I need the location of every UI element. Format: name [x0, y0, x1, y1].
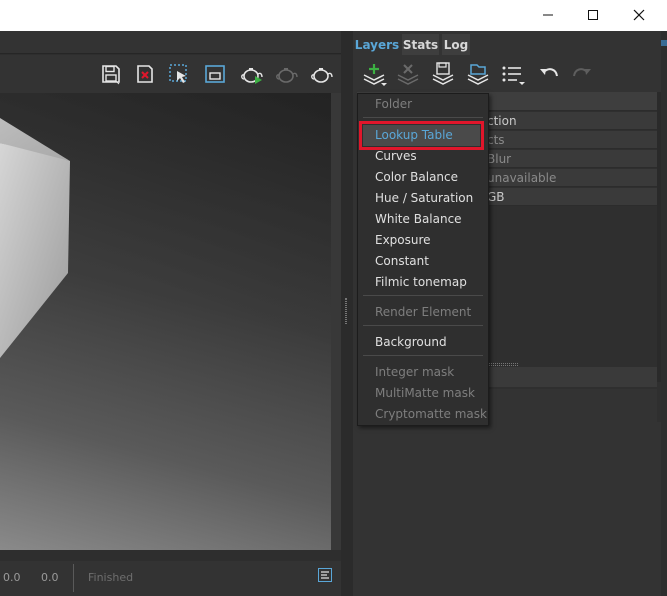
- menu-separator: [363, 295, 483, 296]
- status-divider: [73, 564, 74, 592]
- undo-icon[interactable]: [534, 61, 564, 87]
- menu-item-filmic-tonemap[interactable]: Filmic tonemap: [375, 275, 467, 290]
- status-value-2: 0.0: [41, 571, 59, 584]
- teapot-icon[interactable]: [309, 61, 335, 87]
- save-layers-icon[interactable]: [428, 61, 458, 87]
- tab-log[interactable]: Log: [442, 34, 470, 55]
- close-button[interactable]: [616, 0, 662, 30]
- menu-separator: [363, 117, 483, 118]
- window-edge: [661, 31, 667, 596]
- edge-accent: [661, 40, 667, 46]
- region-select-icon[interactable]: [166, 61, 192, 87]
- status-menu-icon[interactable]: [318, 568, 332, 582]
- menu-item-multimatte-mask[interactable]: MultiMatte mask: [375, 386, 475, 401]
- minimize-icon: [543, 14, 553, 16]
- splitter-grip[interactable]: [345, 298, 347, 324]
- load-layers-icon[interactable]: [463, 61, 493, 87]
- viewport-header: [0, 31, 341, 54]
- menu-item-integer-mask[interactable]: Integer mask: [375, 365, 454, 380]
- menu-item-curves[interactable]: Curves: [375, 149, 417, 164]
- menu-item-folder[interactable]: Folder: [375, 97, 412, 112]
- menu-item-exposure[interactable]: Exposure: [375, 233, 431, 248]
- menu-item-render-element[interactable]: Render Element: [375, 305, 471, 320]
- delete-layer-icon[interactable]: [393, 61, 423, 87]
- rendered-cube: [0, 118, 70, 358]
- render-view[interactable]: [0, 93, 331, 550]
- menu-item-background[interactable]: Background: [375, 335, 447, 350]
- stop-render-teapot-icon[interactable]: [274, 61, 300, 87]
- layer-list-icon[interactable]: [498, 61, 528, 87]
- menu-item-constant[interactable]: Constant: [375, 254, 429, 269]
- redo-icon[interactable]: [567, 61, 597, 87]
- maximize-button[interactable]: [570, 0, 616, 30]
- highlight-box: [359, 121, 484, 150]
- properties-splitter-grip[interactable]: [488, 363, 518, 366]
- menu-separator: [363, 325, 483, 326]
- minimize-button[interactable]: [525, 0, 571, 30]
- clear-icon[interactable]: [132, 61, 158, 87]
- save-icon[interactable]: [98, 61, 124, 87]
- tab-stats[interactable]: Stats: [402, 34, 439, 55]
- layer-list-scrollbar[interactable]: [657, 92, 661, 382]
- add-layer-icon[interactable]: [359, 61, 389, 87]
- status-text: Finished: [88, 571, 134, 584]
- menu-item-hue-saturation[interactable]: Hue / Saturation: [375, 191, 473, 206]
- tab-layers[interactable]: Layers: [355, 34, 399, 55]
- status-value-1: 0.0: [3, 571, 21, 584]
- panel-splitter[interactable]: [341, 31, 353, 596]
- title-bar: [0, 0, 667, 31]
- menu-item-white-balance[interactable]: White Balance: [375, 212, 462, 227]
- close-icon: [633, 9, 645, 21]
- maximize-icon: [588, 10, 598, 20]
- frame-icon[interactable]: [202, 61, 228, 87]
- menu-item-cryptomatte-mask[interactable]: Cryptomatte mask: [375, 407, 487, 422]
- render-teapot-icon[interactable]: [239, 61, 265, 87]
- viewport-scrollbar[interactable]: [331, 93, 341, 550]
- menu-separator: [363, 355, 483, 356]
- menu-item-color-balance[interactable]: Color Balance: [375, 170, 458, 185]
